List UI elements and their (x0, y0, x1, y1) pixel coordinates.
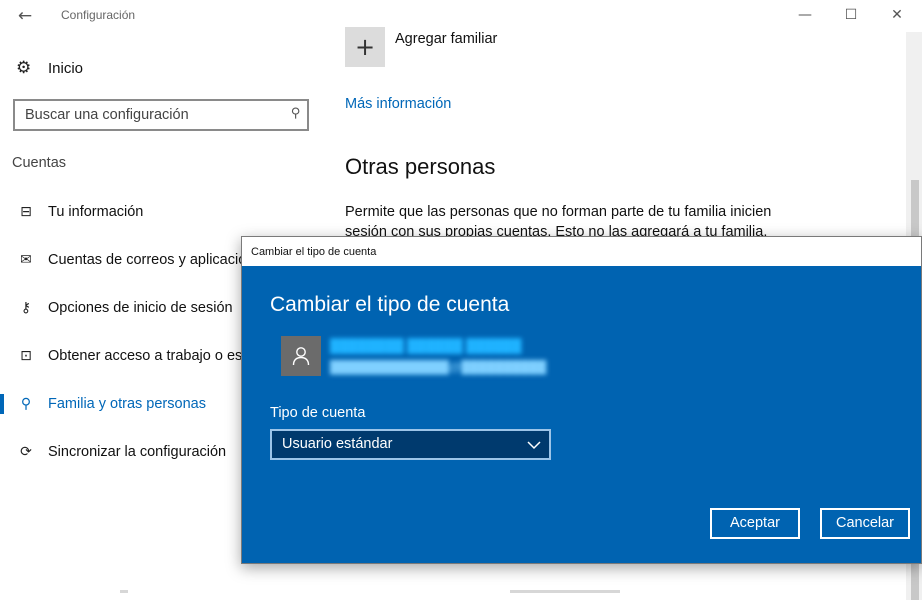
cancel-button[interactable]: Cancelar (820, 508, 910, 539)
minimize-button[interactable]: — (782, 0, 828, 32)
gear-icon: ⚙ (16, 58, 32, 78)
active-indicator (0, 394, 4, 414)
account-type-label: Tipo de cuenta (270, 405, 366, 421)
home-label: Inicio (48, 59, 84, 77)
sidebar-item-tu-informacion[interactable]: ⊟ Tu información (0, 188, 320, 236)
chevron-down-icon (527, 441, 541, 450)
sync-icon: ⟳ (20, 444, 32, 460)
search-input[interactable]: Buscar una configuración ⚲ (13, 99, 309, 131)
account-type-select[interactable]: Usuario estándar (270, 429, 551, 460)
sidebar-item-label: Familia y otras personas (48, 396, 206, 412)
more-info-link[interactable]: Más información (345, 96, 451, 112)
mail-icon: ✉ (20, 252, 32, 268)
dialog-title-bar: Cambiar el tipo de cuenta (242, 237, 921, 266)
dialog-heading: Cambiar el tipo de cuenta (270, 293, 510, 316)
user-name-redacted: ████████ ██████ ██████ (330, 338, 522, 353)
account-type-value: Usuario estándar (282, 436, 393, 452)
divider (510, 590, 620, 593)
avatar (281, 336, 321, 376)
title-bar: ← Configuración — ☐ ✕ (0, 0, 922, 32)
maximize-button[interactable]: ☐ (828, 0, 874, 32)
sidebar-item-label: Opciones de inicio de sesión (48, 300, 233, 316)
key-icon: ⚷ (20, 300, 32, 316)
user-icon (292, 347, 310, 366)
home-link[interactable]: ⚙ Inicio (16, 56, 83, 80)
section-title: Cuentas (12, 155, 67, 171)
sidebar-item-label: Tu información (48, 204, 144, 220)
sidebar-item-label: Sincronizar la configuración (48, 444, 227, 460)
search-icon[interactable]: ⚲ (291, 106, 301, 121)
person-icon: ⚲ (20, 396, 32, 412)
change-account-type-dialog: Cambiar el tipo de cuenta Cambiar el tip… (241, 236, 922, 564)
search-placeholder: Buscar una configuración (25, 107, 189, 123)
add-family-label[interactable]: Agregar familiar (395, 31, 497, 47)
back-arrow-icon[interactable]: ← (14, 5, 36, 27)
sidebar-item-label: Cuentas de correos y aplicaciones (48, 252, 270, 268)
window-title: Configuración (61, 8, 136, 22)
briefcase-icon: ⊡ (20, 348, 32, 364)
divider (120, 590, 128, 593)
user-email-redacted: ██████████████@██████████ (330, 360, 547, 374)
dialog-title: Cambiar el tipo de cuenta (251, 246, 377, 258)
accept-button[interactable]: Aceptar (710, 508, 800, 539)
plus-icon: + (354, 33, 376, 61)
other-people-heading: Otras personas (345, 154, 496, 179)
add-family-button[interactable]: + (345, 27, 385, 67)
close-button[interactable]: ✕ (874, 0, 920, 32)
contact-card-icon: ⊟ (20, 204, 32, 220)
